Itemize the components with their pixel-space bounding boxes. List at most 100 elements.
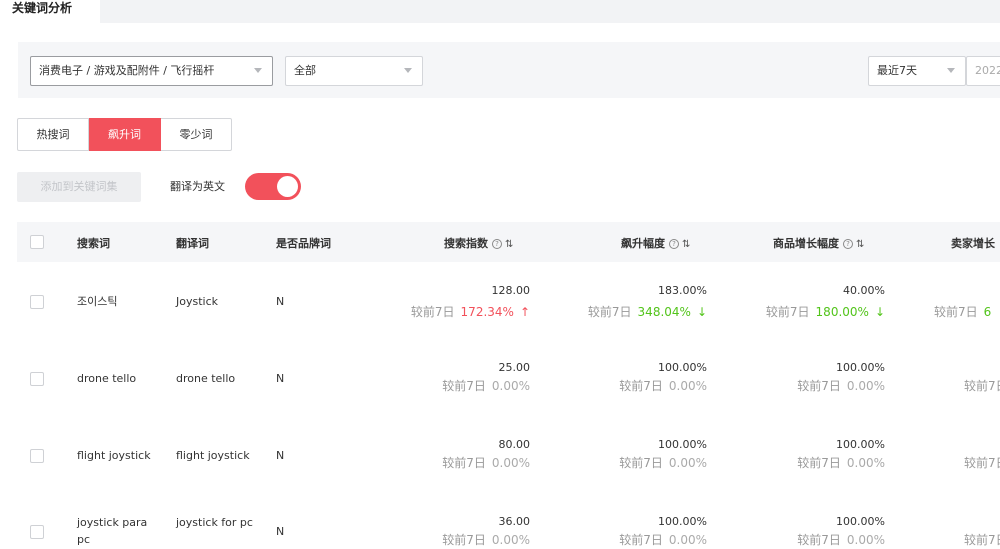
row-keyword: drone tello	[77, 372, 137, 385]
chevron-down-icon	[947, 68, 955, 73]
search-index-value: 25.00	[498, 361, 531, 374]
compare-label: 较前7日	[964, 533, 1000, 547]
page-tab-bar: 关键词分析	[0, 0, 1000, 23]
row-brand: N	[276, 449, 285, 462]
row-translation: Joystick	[176, 295, 219, 308]
row-translation: flight joystick	[176, 449, 250, 462]
compare-label: 较前7日	[442, 379, 486, 393]
table-row: flight joystick flight joystick N 80.00 …	[17, 416, 1000, 493]
col-search-index: 搜索指数	[444, 237, 488, 250]
segment-rising[interactable]: 飙升词	[89, 118, 161, 151]
col-rise-header[interactable]: 飙升幅度? ⇅	[621, 235, 690, 251]
row-keyword: flight joystick	[77, 449, 151, 462]
chevron-down-icon	[254, 68, 262, 73]
help-icon[interactable]: ?	[492, 239, 502, 249]
sort-icon[interactable]: ⇅	[856, 239, 864, 250]
help-icon[interactable]: ?	[843, 239, 853, 249]
seller-growth-change: 6	[983, 305, 992, 319]
seller-growth-compare: 较前7日	[964, 377, 1000, 394]
rise-value: 183.00%	[658, 284, 707, 297]
category-select[interactable]: 消费电子 / 游戏及配附件 / 飞行摇杆	[30, 56, 273, 86]
rise-value: 100.00%	[658, 361, 707, 374]
goods-growth-compare: 较前7日 0.00%	[797, 531, 885, 548]
goods-growth-value: 40.00%	[843, 284, 885, 297]
goods-growth-change: 0.00%	[846, 379, 885, 393]
compare-label: 较前7日	[619, 456, 663, 470]
row-keyword: joystick para pc	[77, 516, 148, 546]
search-index-value: 128.00	[491, 284, 531, 297]
tab-keyword-analysis[interactable]: 关键词分析	[0, 0, 100, 23]
goods-growth-change: 180.00%	[815, 305, 869, 319]
row-checkbox[interactable]	[30, 372, 44, 386]
goods-growth-value: 100.00%	[836, 515, 885, 528]
rise-change: 0.00%	[668, 379, 707, 393]
row-keyword: 조이스틱	[77, 295, 118, 308]
rise-change: 348.04%	[637, 305, 691, 319]
filter-panel: 消费电子 / 游戏及配附件 / 飞行摇杆 全部 最近7天 2022	[18, 42, 1000, 98]
search-index-compare: 较前7日 0.00%	[442, 454, 530, 471]
compare-label: 较前7日	[587, 305, 632, 319]
search-index-value: 80.00	[498, 438, 531, 451]
col-search-index-header[interactable]: 搜索指数? ⇅	[444, 235, 513, 251]
search-index-change: 0.00%	[491, 379, 530, 393]
goods-growth-value: 100.00%	[836, 361, 885, 374]
time-range-value: 最近7天	[877, 64, 917, 77]
rise-change: 0.00%	[668, 456, 707, 470]
compare-label: 较前7日	[442, 456, 486, 470]
sort-icon[interactable]: ⇅	[505, 239, 513, 250]
compare-label: 较前7日	[797, 456, 841, 470]
seller-growth-compare: 较前7日 6	[934, 303, 991, 320]
compare-label: 较前7日	[964, 379, 1000, 393]
toggle-knob	[277, 176, 298, 197]
help-icon[interactable]: ?	[669, 239, 679, 249]
col-goods-growth: 商品增长幅度	[773, 237, 839, 250]
table-header: 搜索词 翻译词 是否品牌词 搜索指数? ⇅ 飙升幅度? ⇅ 商品增长幅度? ⇅ 卖家增…	[17, 222, 1000, 262]
compare-label: 较前7日	[619, 379, 663, 393]
arrow-down-icon: ↓	[696, 305, 707, 319]
category-select-value: 消费电子 / 游戏及配附件 / 飞行摇杆	[39, 64, 215, 77]
col-keyword: 搜索词	[77, 237, 110, 250]
seller-growth-compare: 较前7日	[964, 454, 1000, 471]
compare-label: 较前7日	[934, 305, 978, 319]
row-translation: drone tello	[176, 372, 236, 385]
seller-growth-compare: 较前7日	[964, 531, 1000, 548]
chevron-down-icon	[404, 68, 412, 73]
compare-label: 较前7日	[964, 456, 1000, 470]
row-brand: N	[276, 525, 285, 538]
col-rise: 飙升幅度	[621, 237, 665, 250]
table-row: 조이스틱 Joystick N 128.00 较前7日 172.34% ↑ 183.…	[17, 262, 1000, 339]
row-checkbox[interactable]	[30, 449, 44, 463]
compare-label: 较前7日	[442, 533, 486, 547]
goods-growth-compare: 较前7日 0.00%	[797, 454, 885, 471]
translate-toggle[interactable]	[245, 173, 301, 200]
search-index-change: 0.00%	[491, 456, 530, 470]
scope-select[interactable]: 全部	[285, 56, 423, 86]
goods-growth-compare: 较前7日 180.00% ↓	[766, 303, 885, 320]
row-checkbox[interactable]	[30, 295, 44, 309]
table-row: drone tello drone tello N 25.00 较前7日 0.00…	[17, 339, 1000, 416]
col-brand: 是否品牌词	[276, 237, 331, 250]
goods-growth-change: 0.00%	[846, 456, 885, 470]
sort-icon[interactable]: ⇅	[682, 239, 690, 250]
col-goods-growth-header[interactable]: 商品增长幅度? ⇅	[773, 235, 864, 251]
search-index-value: 36.00	[498, 515, 531, 528]
search-index-compare: 较前7日 172.34% ↑	[411, 303, 530, 320]
rise-compare: 较前7日 0.00%	[619, 377, 707, 394]
compare-label: 较前7日	[410, 305, 455, 319]
search-index-compare: 较前7日 0.00%	[442, 377, 530, 394]
row-brand: N	[276, 372, 285, 385]
rise-compare: 较前7日 348.04% ↓	[588, 303, 707, 320]
date-picker-value: 2022	[975, 64, 1000, 77]
add-to-keyword-set-button[interactable]: 添加到关键词集	[17, 172, 141, 202]
col-translation: 翻译词	[176, 237, 209, 250]
date-picker[interactable]: 2022	[966, 56, 1000, 86]
segment-few-search[interactable]: 零少词	[161, 118, 232, 151]
goods-growth-compare: 较前7日 0.00%	[797, 377, 885, 394]
search-index-compare: 较前7日 0.00%	[442, 531, 530, 548]
time-range-select[interactable]: 最近7天	[868, 56, 966, 86]
row-checkbox[interactable]	[30, 525, 44, 539]
scope-select-value: 全部	[294, 64, 316, 77]
select-all-checkbox[interactable]	[30, 235, 44, 249]
segment-hot-search[interactable]: 热搜词	[17, 118, 89, 151]
arrow-up-icon: ↑	[519, 305, 530, 319]
